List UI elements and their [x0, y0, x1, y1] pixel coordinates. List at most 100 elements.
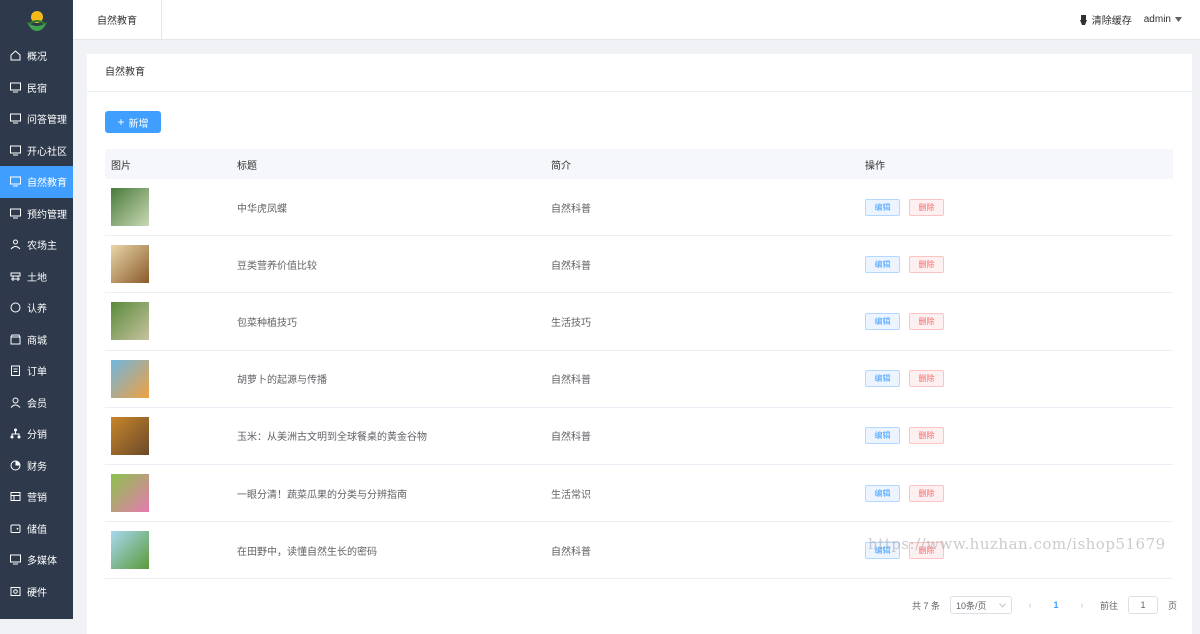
clear-cache-button[interactable]: 清除缓存 — [1079, 12, 1132, 27]
sidebar-item-12[interactable]: 分销 — [0, 418, 73, 450]
sidebar-item-1[interactable]: 民宿 — [0, 72, 73, 104]
cell-intro: 生活常识 — [551, 489, 591, 501]
logo-icon — [26, 11, 47, 31]
next-page-button[interactable]: › — [1074, 600, 1090, 610]
delete-button[interactable]: 删除 — [909, 370, 944, 388]
delete-button[interactable]: 删除 — [909, 198, 944, 216]
thumbnail-image[interactable] — [111, 359, 149, 398]
sidebar-item-label: 储值 — [27, 524, 47, 536]
monitor-icon — [10, 208, 21, 219]
thumbnail-image[interactable] — [111, 245, 149, 284]
cell-actions: 编辑 删除 — [859, 198, 1173, 216]
header-title: 标题 — [237, 160, 257, 172]
edit-button[interactable]: 编辑 — [865, 255, 900, 273]
user-group-icon — [10, 239, 21, 250]
table-row: 玉米：从美洲古文明到全球餐桌的黄金谷物 自然科普 编辑 删除 — [105, 408, 1173, 465]
delete-button[interactable]: 删除 — [909, 484, 944, 502]
sidebar-item-label: 预约管理 — [27, 209, 67, 221]
monitor-icon — [10, 82, 21, 93]
cell-title: 玉米：从美洲古文明到全球餐桌的黄金谷物 — [237, 432, 427, 444]
cell-image — [105, 245, 231, 284]
cell-title: 豆类营养价值比较 — [237, 260, 317, 272]
sidebar-item-10[interactable]: 订单 — [0, 355, 73, 387]
monitor-icon — [10, 554, 21, 565]
delete-button[interactable]: 删除 — [909, 312, 944, 330]
page-size-value: 10条/页 — [955, 600, 987, 611]
pagination: 共 7 条 10条/页 ‹ 1 › 前往 1 页 — [912, 596, 1177, 614]
thumbnail-image[interactable] — [111, 531, 149, 570]
cell-actions: 编辑 删除 — [859, 427, 1173, 445]
cell-title: 一眼分清！蔬菜瓜果的分类与分辨指南 — [237, 489, 407, 501]
page-number[interactable]: 1 — [1048, 600, 1064, 610]
cell-intro: 自然科普 — [551, 203, 591, 215]
sidebar-item-17[interactable]: 硬件 — [0, 576, 73, 608]
sidebar-item-11[interactable]: 会员 — [0, 387, 73, 419]
sidebar-item-label: 自然教育 — [27, 178, 67, 190]
thumbnail-image[interactable] — [111, 188, 149, 227]
edit-button[interactable]: 编辑 — [865, 484, 900, 502]
edit-button[interactable]: 编辑 — [865, 427, 900, 445]
edit-button[interactable]: 编辑 — [865, 198, 900, 216]
table-row: 豆类营养价值比较 自然科普 编辑 删除 — [105, 236, 1173, 294]
topbar: 自然教育 清除缓存 admin — [73, 0, 1200, 40]
add-button[interactable]: + 新增 — [105, 111, 161, 133]
sidebar-item-2[interactable]: 问答管理 — [0, 103, 73, 135]
cell-actions: 编辑 删除 — [859, 255, 1173, 273]
sidebar-item-6[interactable]: 农场主 — [0, 229, 73, 261]
thumbnail-image[interactable] — [111, 474, 149, 513]
cell-intro: 自然科普 — [551, 546, 591, 558]
top-right: 清除缓存 admin — [1079, 12, 1200, 27]
order-icon — [10, 365, 21, 377]
goto-suffix: 页 — [1167, 600, 1177, 611]
cell-intro: 自然科普 — [551, 260, 591, 272]
sidebar-item-label: 营销 — [27, 493, 47, 505]
delete-button[interactable]: 删除 — [909, 255, 944, 273]
sidebar-item-label: 硬件 — [27, 587, 47, 599]
caret-down-icon — [1175, 17, 1182, 22]
sidebar-item-14[interactable]: 营销 — [0, 481, 73, 513]
sidebar-item-9[interactable]: 商城 — [0, 324, 73, 356]
page-size-select[interactable]: 10条/页 — [949, 596, 1012, 614]
thumbnail-image[interactable] — [111, 302, 149, 341]
sidebar-item-16[interactable]: 多媒体 — [0, 544, 73, 576]
cell-actions: 编辑 删除 — [859, 370, 1173, 388]
cell-title: 中华虎凤蝶 — [237, 203, 287, 215]
sidebar-item-label: 会员 — [27, 398, 47, 410]
user-menu[interactable]: admin — [1144, 14, 1182, 25]
sidebar-item-13[interactable]: 财务 — [0, 450, 73, 482]
chevron-down-icon — [999, 602, 1006, 608]
header-actions: 操作 — [865, 160, 885, 172]
goto-page-input[interactable]: 1 — [1127, 596, 1158, 614]
sidebar-item-7[interactable]: 土地 — [0, 261, 73, 293]
edit-button[interactable]: 编辑 — [865, 370, 900, 388]
header-intro: 简介 — [551, 160, 571, 172]
watermark: https://www.huzhan.com/ishop51679 — [868, 535, 1166, 553]
logo[interactable] — [0, 0, 73, 40]
edit-button[interactable]: 编辑 — [865, 312, 900, 330]
cell-actions: 编辑 删除 — [859, 484, 1173, 502]
top-tab-label: 自然教育 — [97, 16, 137, 27]
sidebar-item-8[interactable]: 认养 — [0, 292, 73, 324]
land-icon — [10, 271, 21, 282]
cell-image — [105, 531, 231, 570]
sidebar-item-5[interactable]: 预约管理 — [0, 198, 73, 230]
sidebar-item-0[interactable]: 概况 — [0, 40, 73, 72]
pie-icon — [10, 460, 21, 471]
sidebar-item-15[interactable]: 储值 — [0, 513, 73, 545]
sidebar: 概况 民宿 问答管理开心社区自然教育预约管理农场主 土地 认养 商城 订单会员分销财务营销储… — [0, 0, 73, 619]
top-tab-nature-education[interactable]: 自然教育 — [73, 0, 162, 40]
data-table: 图片 标题 简介 操作 中华虎凤蝶 自然科普 编辑 删除 豆类营养价值比较 自然科普 编辑删… — [105, 149, 1173, 580]
sidebar-item-label: 财务 — [27, 461, 47, 473]
sidebar-item-label: 开心社区 — [27, 146, 67, 158]
cell-actions: 编辑 删除 — [859, 312, 1173, 330]
sidebar-item-3[interactable]: 开心社区 — [0, 135, 73, 167]
thumbnail-image[interactable] — [111, 416, 149, 455]
sidebar-item-4[interactable]: 自然教育 — [0, 166, 73, 198]
cell-image — [105, 416, 231, 455]
cell-image — [105, 302, 231, 341]
shop-icon — [10, 334, 21, 345]
prev-page-button[interactable]: ‹ — [1022, 600, 1038, 610]
sidebar-item-label: 分销 — [27, 430, 47, 442]
cell-image — [105, 188, 231, 227]
delete-button[interactable]: 删除 — [909, 427, 944, 445]
